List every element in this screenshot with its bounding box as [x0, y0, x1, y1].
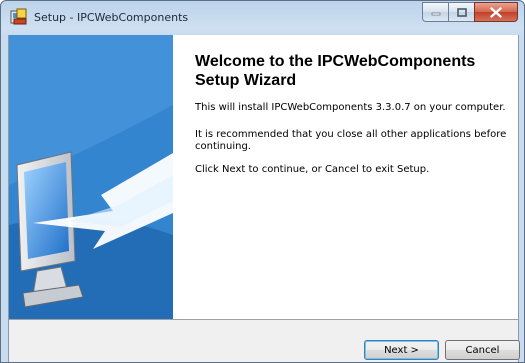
- close-button[interactable]: [474, 2, 518, 22]
- window-title: Setup - IPCWebComponents: [34, 11, 189, 24]
- welcome-heading: Welcome to the IPCWebComponents Setup Wi…: [195, 53, 476, 89]
- install-info-text: This will install IPCWebComponents 3.3.0…: [195, 102, 506, 113]
- setup-window: Setup - IPCWebComponents Welcome to the …: [0, 0, 525, 363]
- monitor-install-icon: [9, 35, 173, 319]
- maximize-button[interactable]: [448, 2, 474, 22]
- cancel-button[interactable]: Cancel: [445, 340, 520, 360]
- caption-buttons: [422, 2, 518, 22]
- instruction-text: Click Next to continue, or Cancel to exi…: [195, 164, 430, 175]
- minimize-icon: [431, 12, 440, 16]
- setup-app-icon: [10, 8, 27, 25]
- minimize-button[interactable]: [422, 2, 448, 22]
- wizard-client-area: Welcome to the IPCWebComponents Setup Wi…: [8, 35, 520, 362]
- next-button[interactable]: Next >: [364, 340, 439, 360]
- title-bar[interactable]: Setup - IPCWebComponents: [1, 1, 524, 35]
- close-icon: [490, 6, 502, 18]
- maximize-icon: [456, 7, 467, 17]
- wizard-button-bar: Next > Cancel: [9, 319, 520, 362]
- recommendation-text: It is recommended that you close all oth…: [195, 129, 507, 152]
- wizard-side-image: [9, 35, 173, 319]
